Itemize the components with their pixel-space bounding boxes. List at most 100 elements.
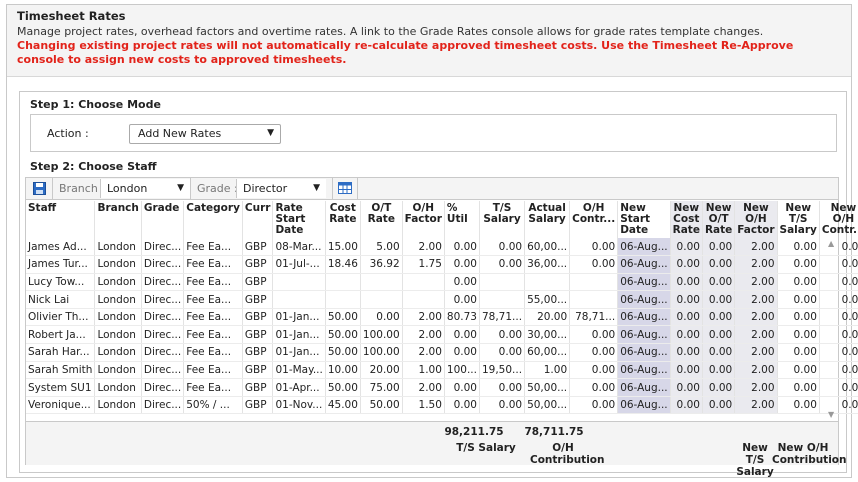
table-cell[interactable]: Fee Ea...: [183, 308, 243, 327]
table-cell[interactable]: 2.00: [734, 396, 778, 415]
table-cell[interactable]: 0.00: [444, 378, 480, 397]
col-util[interactable]: % Util: [444, 201, 480, 238]
table-cell[interactable]: Direc...: [141, 290, 185, 309]
table-cell[interactable]: 0.00: [569, 396, 619, 415]
table-cell[interactable]: 2.00: [734, 378, 778, 397]
table-cell[interactable]: Fee Ea...: [183, 273, 243, 292]
table-cell[interactable]: [272, 290, 326, 309]
table-cell[interactable]: 01-May...: [272, 361, 326, 380]
table-cell[interactable]: 0.00: [670, 290, 703, 309]
table-cell[interactable]: 0.00: [702, 396, 736, 415]
col-category[interactable]: Category: [183, 201, 243, 238]
col-new-oh-factor[interactable]: New O/H Factor: [734, 201, 778, 238]
table-cell[interactable]: 0.00: [777, 325, 820, 345]
table-cell[interactable]: 50% / ...: [183, 396, 243, 415]
table-cell[interactable]: 0.00: [569, 238, 619, 257]
table-cell[interactable]: 0.00: [670, 343, 703, 362]
table-cell[interactable]: [360, 290, 403, 309]
table-cell[interactable]: 45.00: [325, 396, 361, 415]
table-cell[interactable]: Fee Ea...: [183, 325, 243, 345]
table-cell[interactable]: 50,00...: [524, 396, 571, 415]
vertical-scrollbar[interactable]: ▲ ▼: [826, 237, 838, 421]
table-cell[interactable]: Direc...: [141, 378, 185, 397]
col-new-start-date[interactable]: New Start Date: [617, 201, 671, 238]
table-cell[interactable]: 36.92: [360, 255, 403, 274]
table-cell[interactable]: 0.00: [479, 238, 526, 257]
table-cell[interactable]: 01-Jan...: [272, 325, 326, 345]
table-cell[interactable]: 60,00...: [524, 238, 571, 257]
table-cell[interactable]: 0.00: [670, 378, 703, 397]
table-cell[interactable]: London: [94, 308, 142, 327]
table-cell[interactable]: 30,00...: [524, 325, 571, 345]
table-cell[interactable]: Sarah Har...: [26, 343, 96, 362]
table-cell[interactable]: 20.00: [360, 361, 403, 380]
table-cell[interactable]: GBP: [242, 290, 274, 309]
table-cell[interactable]: 01-Apr...: [272, 378, 326, 397]
table-cell[interactable]: Robert Ja...: [26, 325, 96, 345]
table-cell[interactable]: London: [94, 396, 142, 415]
table-cell[interactable]: 2.00: [734, 361, 778, 380]
col-rate-start-date[interactable]: Rate Start Date: [272, 201, 326, 238]
table-cell[interactable]: Fee Ea...: [183, 290, 243, 309]
table-cell[interactable]: London: [94, 378, 142, 397]
table-row[interactable]: Sarah Har... London Direc... Fee Ea... GBP 01…: [26, 343, 858, 362]
grid-icon[interactable]: [332, 178, 358, 199]
table-cell[interactable]: 0.00: [670, 396, 703, 415]
table-cell[interactable]: GBP: [242, 396, 274, 415]
table-cell[interactable]: 1.50: [402, 396, 445, 415]
table-cell[interactable]: 0.00: [444, 325, 480, 345]
table-cell[interactable]: 0.00: [777, 290, 820, 309]
table-cell[interactable]: 06-Aug...: [617, 343, 671, 362]
table-cell[interactable]: 5.00: [360, 238, 403, 257]
table-cell[interactable]: 0.00: [479, 255, 526, 274]
table-row[interactable]: System SU1 London Direc... Fee Ea... GBP 01-A…: [26, 378, 858, 397]
table-cell[interactable]: 01-Jan...: [272, 343, 326, 362]
table-cell[interactable]: GBP: [242, 255, 274, 274]
col-staff[interactable]: Staff: [26, 201, 96, 238]
table-cell[interactable]: 06-Aug...: [617, 238, 671, 257]
table-cell[interactable]: 50.00: [325, 308, 361, 327]
table-cell[interactable]: 0.00: [777, 255, 820, 274]
table-cell[interactable]: 50.00: [325, 378, 361, 397]
table-cell[interactable]: London: [94, 238, 142, 257]
table-cell[interactable]: [402, 290, 445, 309]
table-cell[interactable]: 0.00: [444, 238, 480, 257]
table-cell[interactable]: 0.00: [777, 273, 820, 292]
table-cell[interactable]: [569, 290, 619, 309]
table-cell[interactable]: 06-Aug...: [617, 361, 671, 380]
table-cell[interactable]: 0.00: [569, 378, 619, 397]
table-cell[interactable]: 1.00: [402, 361, 445, 380]
table-cell[interactable]: 2.00: [734, 255, 778, 274]
table-cell[interactable]: 100...: [444, 361, 480, 380]
table-cell[interactable]: [402, 273, 445, 292]
table-cell[interactable]: [524, 273, 571, 292]
table-cell[interactable]: 0.00: [444, 396, 480, 415]
save-icon[interactable]: [33, 182, 46, 198]
table-cell[interactable]: 75.00: [360, 378, 403, 397]
table-row[interactable]: Nick Lai London Direc... Fee Ea... GBP 0.00 55…: [26, 290, 858, 309]
table-cell[interactable]: 0.00: [569, 361, 619, 380]
table-cell[interactable]: System SU1: [26, 378, 96, 397]
table-cell[interactable]: 0.00: [670, 308, 703, 327]
table-cell[interactable]: 0.00: [702, 325, 736, 345]
table-cell[interactable]: 2.00: [734, 238, 778, 257]
col-cost-rate[interactable]: Cost Rate: [325, 201, 361, 238]
table-cell[interactable]: 0.00: [777, 308, 820, 327]
table-cell[interactable]: London: [94, 255, 142, 274]
table-cell[interactable]: Direc...: [141, 308, 185, 327]
table-cell[interactable]: 2.00: [734, 273, 778, 292]
col-new-ot-rate[interactable]: New O/T Rate: [702, 201, 736, 238]
table-cell[interactable]: 0.00: [444, 273, 480, 292]
table-cell[interactable]: 0.00: [670, 238, 703, 257]
table-cell[interactable]: 0.00: [670, 325, 703, 345]
table-cell[interactable]: 19,50...: [479, 361, 526, 380]
table-cell[interactable]: 0.00: [479, 325, 526, 345]
table-cell[interactable]: 0.00: [670, 361, 703, 380]
table-cell[interactable]: Lucy Tow...: [26, 273, 96, 292]
table-row[interactable]: Sarah Smith London Direc... Fee Ea... GBP 01-…: [26, 361, 858, 380]
table-cell[interactable]: 15.00: [325, 238, 361, 257]
table-cell[interactable]: 06-Aug...: [617, 308, 671, 327]
table-cell[interactable]: 0.00: [702, 255, 736, 274]
table-cell[interactable]: 18.46: [325, 255, 361, 274]
table-cell[interactable]: 20.00: [524, 308, 571, 327]
